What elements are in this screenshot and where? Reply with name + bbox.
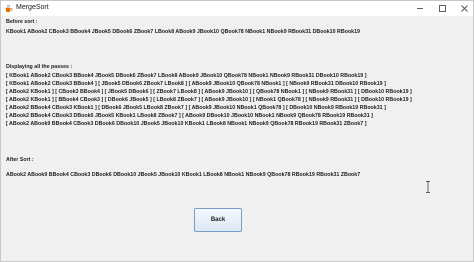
mergesort-window: MergeSort Before sort : KBook1 ABook2 CB…: [0, 0, 474, 262]
pass-line: [ ABook2 ABook9 BBook4 CBook3 DBook6 DBo…: [6, 121, 367, 127]
maximize-icon: [438, 5, 446, 12]
back-button[interactable]: Back: [194, 208, 242, 232]
title-bar[interactable]: MergeSort: [1, 1, 473, 16]
pass-line: [ ABook2 KBook1 ] [ BBook4 CBook3 ] [ DB…: [6, 97, 412, 103]
maximize-button[interactable]: [431, 1, 453, 16]
close-icon: [460, 5, 468, 12]
minimize-icon: [417, 8, 423, 9]
minimize-button[interactable]: [409, 1, 431, 16]
text-cursor-icon: [426, 181, 430, 193]
before-sort-label: Before sort :: [6, 19, 38, 25]
pass-line: [ KBook1 ABook2 CBook3 BBook4 ] [ JBook5…: [6, 81, 386, 87]
window-title: MergeSort: [16, 4, 49, 11]
after-sort-line: ABook2 ABook9 BBook4 CBook3 DBook6 DBook…: [6, 172, 361, 178]
pass-line: [ KBook1 ABook2 CBook3 BBook4 JBook5 DBo…: [6, 73, 367, 79]
java-cup-icon: [5, 4, 13, 13]
pass-line: [ ABook2 KBook1 ] [ CBook3 BBook4 ] [ JB…: [6, 89, 412, 95]
pass-line: [ ABook2 BBook4 CBook3 DBook6 JBook5 KBo…: [6, 113, 373, 119]
after-sort-label: After Sort :: [6, 157, 34, 163]
pass-line: [ ABook2 BBook4 CBook3 KBook1 ] [ DBook6…: [6, 105, 386, 111]
passes-label: Displaying all the passes :: [6, 64, 73, 70]
close-button[interactable]: [453, 1, 473, 16]
before-sort-line: KBook1 ABook2 CBook3 BBook4 JBook5 DBook…: [6, 29, 360, 35]
